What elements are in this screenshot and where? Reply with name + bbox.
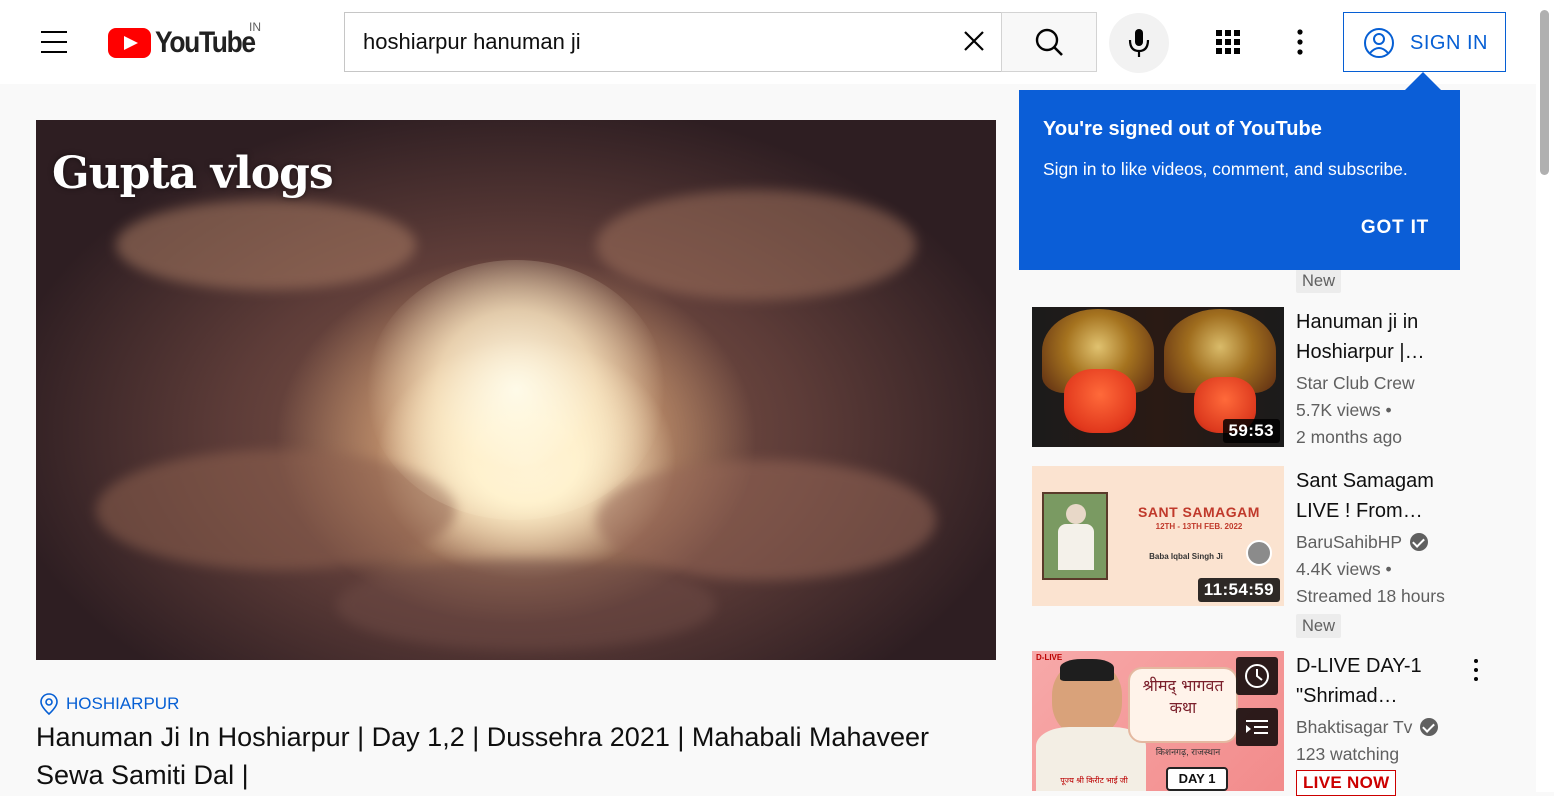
verified-icon bbox=[1410, 533, 1429, 551]
thumb-tag: D-LIVE bbox=[1036, 653, 1063, 662]
thumb-day: DAY 1 bbox=[1166, 767, 1228, 791]
portrait-head bbox=[1066, 504, 1086, 524]
video-title[interactable]: Hanuman ji in Hoshiarpur |… bbox=[1296, 307, 1466, 367]
recommended-video[interactable]: D-LIVE श्रीमद् भागवत कथा किशनगढ़, राजस्थ… bbox=[1032, 651, 1502, 796]
verified-icon bbox=[1420, 718, 1439, 736]
channel-watermark: Gupta vlogs bbox=[52, 148, 334, 199]
light-glow bbox=[366, 260, 666, 520]
thumb-place: किशनगढ़, राजस्थान bbox=[1155, 747, 1221, 757]
popup-arrow bbox=[1405, 72, 1441, 90]
channel-name[interactable]: Star Club Crew bbox=[1296, 373, 1415, 394]
speaker-hair bbox=[1060, 659, 1114, 681]
video-thumbnail[interactable]: D-LIVE श्रीमद् भागवत कथा किशनगढ़, राजस्थ… bbox=[1032, 651, 1284, 791]
clear-search-icon[interactable] bbox=[952, 22, 996, 62]
channel-name-text: Bhaktisagar Tv bbox=[1296, 717, 1413, 737]
face-mask-left bbox=[1064, 369, 1136, 433]
search-box bbox=[344, 12, 1002, 72]
view-count: 4.4K views • bbox=[1296, 559, 1392, 579]
video-duration: 11:54:59 bbox=[1197, 578, 1280, 602]
apps-grid-icon[interactable] bbox=[1206, 22, 1250, 62]
avatar bbox=[1246, 540, 1272, 566]
video-thumbnail[interactable]: SANT SAMAGAM 12TH - 13TH FEB. 2022 Baba … bbox=[1032, 466, 1284, 606]
new-badge: New bbox=[1296, 269, 1342, 293]
menu-icon[interactable] bbox=[32, 22, 76, 62]
upload-age: 2 months ago bbox=[1296, 427, 1403, 447]
location-pin-icon bbox=[40, 693, 58, 716]
video-title: Hanuman Ji In Hoshiarpur | Day 1,2 | Dus… bbox=[36, 722, 930, 790]
masthead: YouTube IN SIGN IN bbox=[0, 0, 1536, 84]
thumb-date: 12TH - 13TH FEB. 2022 bbox=[1155, 522, 1243, 531]
view-count: 5.7K views • bbox=[1296, 400, 1392, 420]
clock-icon bbox=[1245, 664, 1269, 688]
search-button[interactable] bbox=[1001, 12, 1097, 72]
recommended-video[interactable]: 59:53 Hanuman ji in Hoshiarpur |… Star C… bbox=[1032, 307, 1502, 447]
location-label: HOSHIARPUR bbox=[66, 694, 180, 713]
thumb-heading: SANT SAMAGAM bbox=[1138, 504, 1260, 520]
recommended-video[interactable]: SANT SAMAGAM 12TH - 13TH FEB. 2022 Baba … bbox=[1032, 466, 1502, 606]
country-code: IN bbox=[249, 20, 261, 34]
voice-search-button[interactable] bbox=[1109, 13, 1169, 73]
new-badge: New bbox=[1296, 614, 1342, 638]
video-duration: 59:53 bbox=[1222, 419, 1280, 443]
account-icon bbox=[1364, 28, 1394, 58]
add-to-queue-button[interactable] bbox=[1236, 708, 1278, 746]
play-logo-icon bbox=[108, 28, 151, 58]
popup-text: Sign in to like videos, comment, and sub… bbox=[1043, 159, 1408, 179]
channel-name-text: BaruSahibHP bbox=[1296, 532, 1403, 552]
portrait-body bbox=[1058, 524, 1094, 570]
sign-in-label: SIGN IN bbox=[1410, 32, 1488, 54]
settings-more-icon[interactable] bbox=[1280, 22, 1320, 62]
search-input[interactable] bbox=[363, 13, 943, 71]
logo-text: YouTube bbox=[155, 26, 256, 59]
speaker-face bbox=[1052, 659, 1122, 737]
thumb-heading: श्रीमद् भागवत कथा bbox=[1128, 667, 1238, 743]
video-title[interactable]: Sant Samagam LIVE ! From… bbox=[1296, 466, 1466, 526]
live-now-badge: LIVE NOW bbox=[1296, 770, 1397, 796]
cloud-shape bbox=[596, 190, 916, 300]
thumb-name: Baba Iqbal Singh Ji bbox=[1149, 552, 1223, 561]
stream-age: Streamed 18 hours bbox=[1296, 586, 1445, 606]
sign-in-button[interactable]: SIGN IN bbox=[1343, 12, 1506, 72]
got-it-button[interactable]: GOT IT bbox=[1347, 208, 1443, 248]
popup-title: You're signed out of YouTube bbox=[1043, 118, 1322, 140]
cloud-shape bbox=[336, 560, 716, 650]
video-title[interactable]: D-LIVE DAY-1 "Shrimad… bbox=[1296, 651, 1466, 711]
channel-name[interactable]: Bhaktisagar Tv bbox=[1296, 717, 1439, 738]
watch-later-button[interactable] bbox=[1236, 657, 1278, 695]
action-menu-icon[interactable] bbox=[1464, 655, 1488, 685]
search-icon bbox=[1035, 28, 1063, 56]
portrait-photo bbox=[1042, 492, 1108, 580]
channel-name[interactable]: BaruSahibHP bbox=[1296, 532, 1429, 553]
thumb-speaker: पूज्य श्री किरीट भाई जी bbox=[1060, 776, 1128, 785]
scrollbar-thumb[interactable] bbox=[1540, 10, 1549, 175]
signed-out-popup: You're signed out of YouTube Sign in to … bbox=[1019, 90, 1460, 270]
page-scrollbar[interactable] bbox=[1536, 0, 1554, 792]
video-player[interactable]: Gupta vlogs bbox=[36, 120, 996, 660]
watching-count: 123 watching bbox=[1296, 744, 1400, 764]
video-thumbnail[interactable]: 59:53 bbox=[1032, 307, 1284, 447]
cloud-shape bbox=[596, 460, 936, 580]
cloud-shape bbox=[116, 200, 416, 290]
queue-icon bbox=[1246, 720, 1268, 734]
microphone-icon bbox=[1128, 29, 1150, 57]
